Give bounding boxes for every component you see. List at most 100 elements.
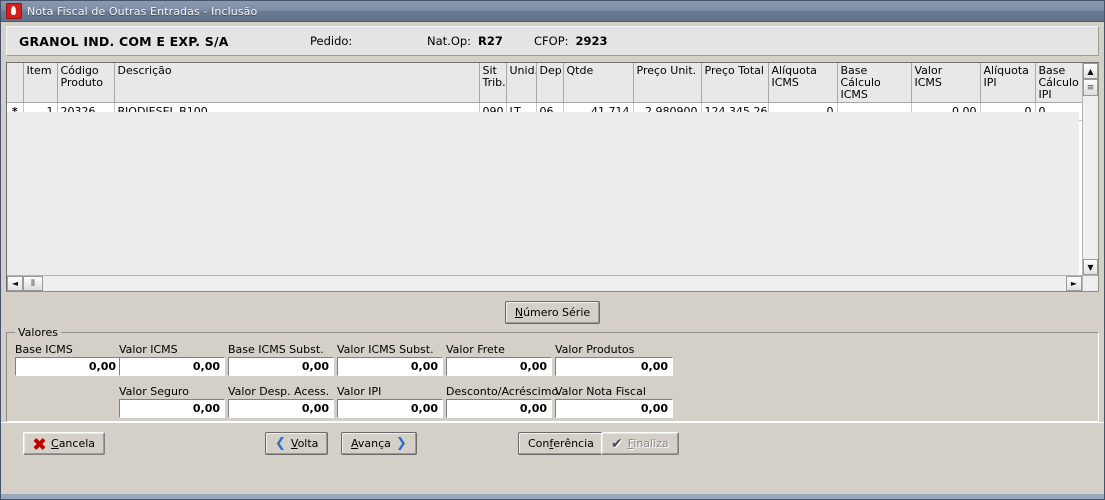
finaliza-button: ✔ Finaliza	[601, 432, 679, 455]
title-bar: Nota Fiscal de Outras Entradas - Inclusã…	[1, 1, 1104, 22]
field-base-icms-subst: Base ICMS Subst.	[228, 343, 334, 376]
valor-produtos-input[interactable]	[555, 357, 673, 376]
pedido-field: Pedido:	[310, 34, 359, 48]
cancela-accesskey: C	[51, 437, 59, 450]
window-title: Nota Fiscal de Outras Entradas - Inclusã…	[27, 4, 258, 18]
cancela-label-rest: ancela	[58, 437, 96, 450]
table-header-row: Item Código Produto Descrição Sit Trib. Unid. D…	[7, 63, 1098, 103]
cancela-button[interactable]: Cancela	[23, 432, 106, 455]
red-x-icon	[33, 437, 46, 450]
products-grid[interactable]: Item Código Produto Descrição Sit Trib. Unid. D…	[6, 62, 1099, 292]
flame-icon	[6, 3, 22, 19]
natop-label: Nat.Op:	[427, 34, 472, 48]
grid-vertical-scrollbar[interactable]: ▲ ≡ ▼	[1082, 63, 1098, 275]
finaliza-label-rest: inaliza	[633, 437, 669, 450]
column-header-unid[interactable]: Unid.	[506, 63, 537, 103]
column-header-codigo[interactable]: Código Produto	[57, 63, 115, 103]
cfop-field: CFOP: 2923	[534, 34, 608, 48]
document-header-band: GRANOL IND. COM E EXP. S/A Pedido: Nat.O…	[6, 26, 1099, 56]
field-valor-produtos: Valor Produtos	[555, 343, 673, 376]
valor-produtos-label: Valor Produtos	[555, 343, 635, 356]
column-header-dep[interactable]: Dep.	[536, 63, 564, 103]
valor-icms-input[interactable]	[119, 357, 225, 376]
valor-ipi-label: Valor IPI	[337, 385, 382, 398]
chevron-left-icon: ❮	[275, 436, 286, 451]
base-icms-subst-input[interactable]	[228, 357, 334, 376]
column-header-sittrib[interactable]: Sit Trib.	[479, 63, 507, 103]
serie-button-row: Número Série	[6, 292, 1099, 332]
valor-nota-fiscal-input[interactable]	[555, 399, 673, 418]
column-header-mark[interactable]	[7, 63, 24, 103]
avanca-button[interactable]: Avança ❯	[341, 432, 417, 455]
field-valor-nota-fiscal: Valor Nota Fiscal	[555, 385, 673, 418]
valores-group-title: Valores	[15, 326, 61, 339]
chevron-right-icon: ❯	[395, 436, 407, 451]
valor-frete-label: Valor Frete	[446, 343, 505, 356]
volta-accesskey: V	[290, 437, 298, 450]
field-valor-icms: Valor ICMS	[119, 343, 225, 376]
valor-seguro-label: Valor Seguro	[119, 385, 189, 398]
scroll-up-icon[interactable]: ▲	[1083, 63, 1098, 79]
valor-desp-acess-input[interactable]	[228, 399, 334, 418]
field-valor-icms-subst: Valor ICMS Subst.	[337, 343, 443, 376]
desconto-acrescimo-input[interactable]	[446, 399, 552, 418]
conferencia-label-post: erência	[553, 437, 594, 450]
volta-label-rest: olta	[297, 437, 319, 450]
column-header-descricao[interactable]: Descrição	[114, 63, 480, 103]
valor-icms-subst-input[interactable]	[337, 357, 443, 376]
numero-serie-accesskey: N	[514, 305, 524, 319]
column-header-preco_total[interactable]: Preço Total	[701, 63, 769, 103]
field-valor-ipi: Valor IPI	[337, 385, 443, 418]
client-area: GRANOL IND. COM E EXP. S/A Pedido: Nat.O…	[1, 22, 1104, 499]
avanca-label-rest: vança	[357, 437, 391, 450]
desconto-acrescimo-label: Desconto/Acréscimo	[446, 385, 559, 398]
column-header-aliq_icms[interactable]: Alíquota ICMS	[768, 63, 838, 103]
field-desconto-acrescimo: Desconto/Acréscimo	[446, 385, 558, 418]
valor-seguro-input[interactable]	[119, 399, 225, 418]
valor-ipi-input[interactable]	[337, 399, 443, 418]
natureza-operacao-field: Nat.Op: R27	[427, 34, 503, 48]
check-icon: ✔	[611, 435, 623, 452]
pedido-label: Pedido:	[310, 34, 353, 48]
cfop-value: 2923	[575, 34, 608, 48]
status-strip	[1, 494, 1104, 499]
field-base-icms: Base ICMS	[15, 343, 121, 376]
base-icms-input[interactable]	[15, 357, 121, 376]
base-icms-subst-label: Base ICMS Subst.	[228, 343, 324, 356]
company-name: GRANOL IND. COM E EXP. S/A	[19, 33, 229, 49]
numero-serie-button[interactable]: Número Série	[504, 300, 601, 324]
numero-serie-label-rest: úmero Série	[523, 305, 591, 319]
scroll-left-icon[interactable]: ◄	[7, 276, 23, 291]
valor-nota-fiscal-label: Valor Nota Fiscal	[555, 385, 646, 398]
natop-value: R27	[478, 34, 503, 48]
field-valor-frete: Valor Frete	[446, 343, 552, 376]
grid-empty-area	[7, 112, 1079, 276]
conferencia-label-pre: Con	[528, 437, 550, 450]
field-valor-seguro: Valor Seguro	[119, 385, 225, 418]
footer-button-bar: Cancela ❮ Volta Avança ❯ Conferência ✔ F…	[1, 422, 1104, 464]
grid-horizontal-scrollbar[interactable]: ◄ ⦀ ►	[7, 275, 1082, 291]
valores-groupbox: Valores Base ICMS Valor ICMS Base ICMS Sub…	[6, 326, 1099, 422]
valor-icms-label: Valor ICMS	[119, 343, 178, 356]
valor-frete-input[interactable]	[446, 357, 552, 376]
valor-desp-acess-label: Valor Desp. Acess.	[228, 385, 330, 398]
volta-button[interactable]: ❮ Volta	[265, 432, 329, 455]
scroll-right-icon[interactable]: ►	[1066, 276, 1082, 291]
column-header-qtde[interactable]: Qtde	[563, 63, 634, 103]
application-window: Nota Fiscal de Outras Entradas - Inclusã…	[0, 0, 1105, 500]
valor-icms-subst-label: Valor ICMS Subst.	[337, 343, 434, 356]
column-header-valor_icms[interactable]: Valor ICMS	[911, 63, 981, 103]
base-icms-label: Base ICMS	[15, 343, 73, 356]
scrollbar-corner	[1082, 275, 1098, 291]
cfop-label: CFOP:	[534, 34, 569, 48]
column-header-preco_unit[interactable]: Preço Unit.	[633, 63, 702, 103]
scroll-down-icon[interactable]: ▼	[1083, 259, 1098, 275]
vscroll-thumb[interactable]: ≡	[1083, 79, 1098, 96]
column-header-aliq_ipi[interactable]: Alíquota IPI	[980, 63, 1036, 103]
column-header-base_icms[interactable]: Base Cálculo ICMS	[837, 63, 912, 103]
avanca-accesskey: A	[351, 437, 358, 450]
column-header-item[interactable]: Item	[23, 63, 58, 103]
hscroll-thumb[interactable]: ⦀	[23, 276, 43, 291]
conferencia-button[interactable]: Conferência	[518, 432, 604, 455]
field-valor-desp-acess: Valor Desp. Acess.	[228, 385, 334, 418]
